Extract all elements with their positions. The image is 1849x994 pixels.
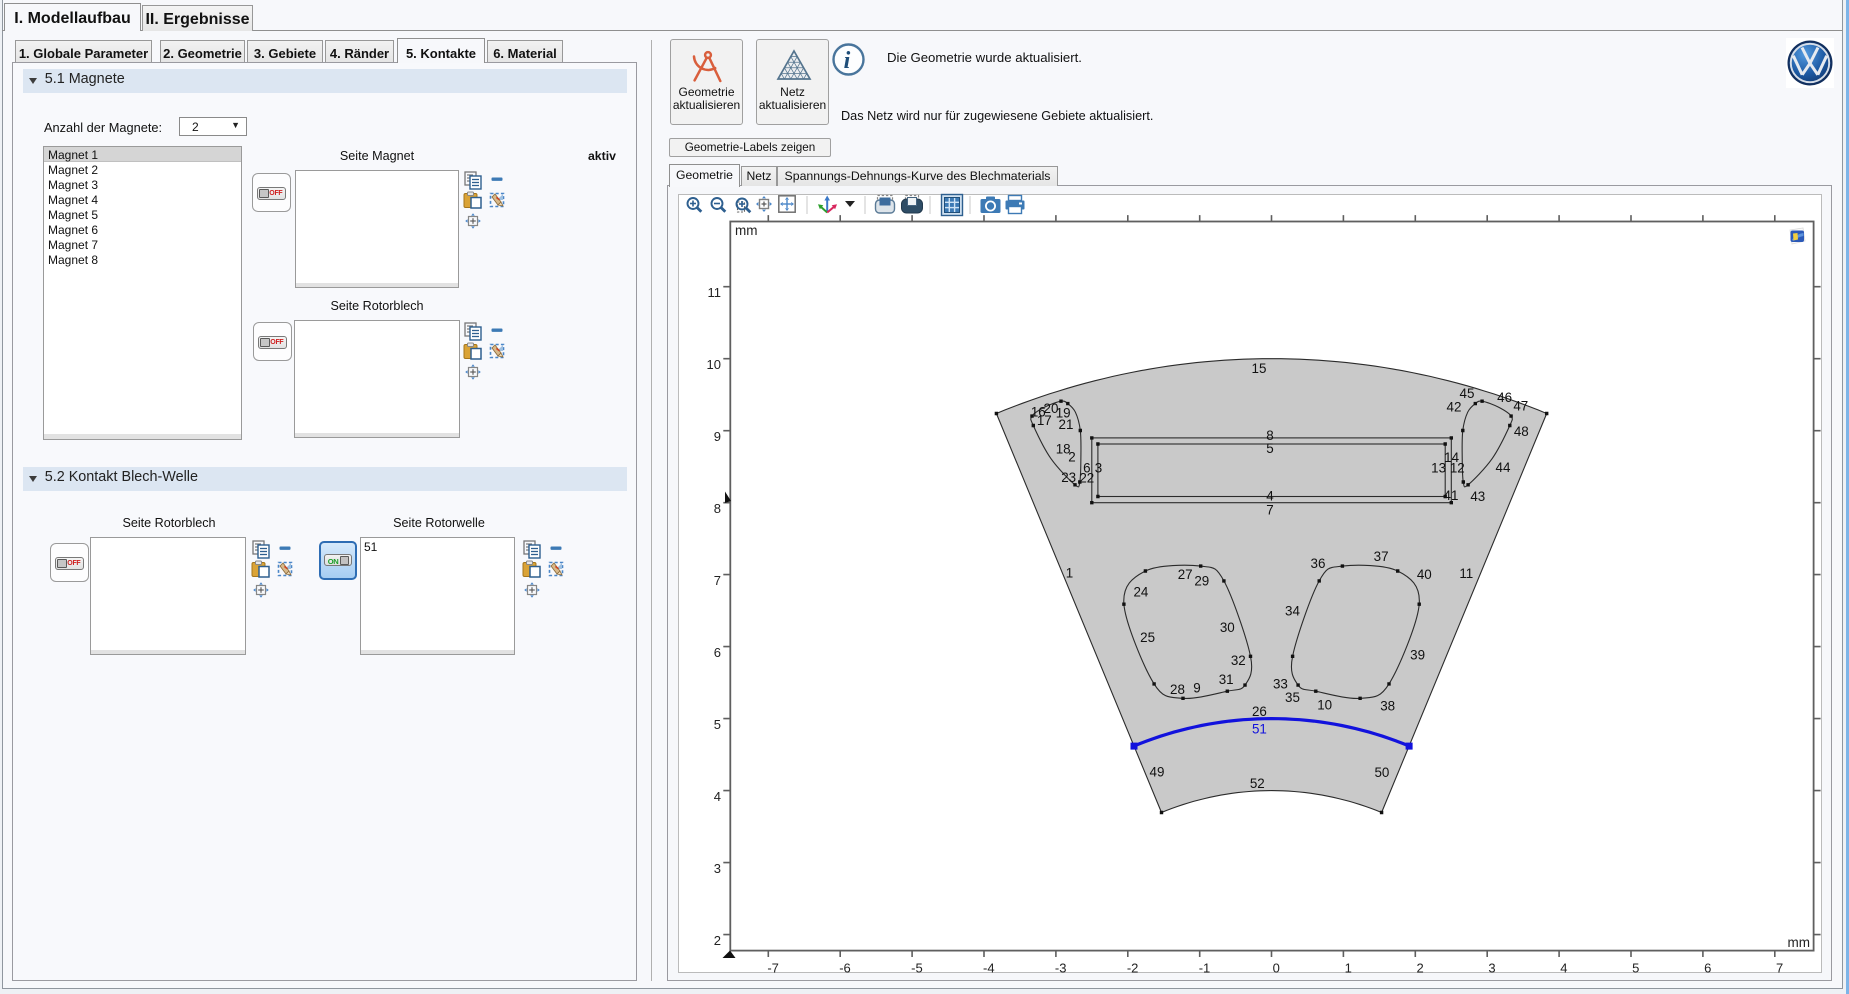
svg-text:37: 37 xyxy=(1374,549,1389,564)
svg-text:13: 13 xyxy=(1431,461,1446,476)
svg-text:mm: mm xyxy=(1788,935,1811,950)
svg-text:6: 6 xyxy=(714,645,721,660)
svg-text:10: 10 xyxy=(707,357,721,372)
svg-text:0: 0 xyxy=(1273,961,1280,976)
svg-text:35: 35 xyxy=(1285,690,1300,705)
svg-text:2: 2 xyxy=(1416,961,1423,976)
svg-text:36: 36 xyxy=(1311,556,1326,571)
svg-text:40: 40 xyxy=(1417,567,1432,582)
svg-text:23: 23 xyxy=(1061,470,1076,485)
svg-text:41: 41 xyxy=(1444,488,1459,503)
svg-text:6: 6 xyxy=(1704,961,1711,976)
svg-text:5: 5 xyxy=(1266,441,1273,456)
svg-text:2: 2 xyxy=(714,933,721,948)
svg-text:28: 28 xyxy=(1170,682,1185,697)
svg-text:1: 1 xyxy=(1066,566,1073,581)
svg-text:17: 17 xyxy=(1037,413,1052,428)
svg-text:7: 7 xyxy=(1776,961,1783,976)
svg-text:43: 43 xyxy=(1470,489,1485,504)
svg-text:25: 25 xyxy=(1140,630,1155,645)
svg-text:31: 31 xyxy=(1219,672,1234,687)
svg-text:50: 50 xyxy=(1374,765,1389,780)
svg-text:7: 7 xyxy=(714,573,721,588)
svg-text:-7: -7 xyxy=(767,961,779,976)
svg-text:3: 3 xyxy=(1095,461,1102,476)
svg-text:21: 21 xyxy=(1059,417,1074,432)
svg-text:3: 3 xyxy=(714,861,721,876)
svg-text:-5: -5 xyxy=(911,961,923,976)
svg-text:5: 5 xyxy=(714,717,721,732)
svg-text:30: 30 xyxy=(1220,620,1235,635)
svg-text:42: 42 xyxy=(1447,399,1462,414)
svg-text:29: 29 xyxy=(1194,574,1209,589)
svg-text:9: 9 xyxy=(1193,681,1200,696)
svg-text:5: 5 xyxy=(1632,961,1639,976)
svg-text:45: 45 xyxy=(1460,386,1475,401)
svg-text:-1: -1 xyxy=(1199,961,1211,976)
svg-text:3: 3 xyxy=(1488,961,1495,976)
svg-text:4: 4 xyxy=(1560,961,1567,976)
svg-text:49: 49 xyxy=(1150,764,1165,779)
svg-text:-3: -3 xyxy=(1055,961,1067,976)
svg-text:34: 34 xyxy=(1285,603,1300,618)
svg-text:-6: -6 xyxy=(839,961,851,976)
svg-text:52: 52 xyxy=(1250,776,1265,791)
svg-text:32: 32 xyxy=(1231,653,1246,668)
svg-text:38: 38 xyxy=(1380,699,1395,714)
svg-text:-4: -4 xyxy=(983,961,995,976)
svg-text:46: 46 xyxy=(1497,390,1512,405)
svg-text:12: 12 xyxy=(1450,461,1465,476)
svg-text:9: 9 xyxy=(714,429,721,444)
svg-text:26: 26 xyxy=(1252,704,1267,719)
svg-text:10: 10 xyxy=(1317,698,1332,713)
svg-text:4: 4 xyxy=(1266,488,1274,503)
svg-text:48: 48 xyxy=(1514,424,1529,439)
svg-text:22: 22 xyxy=(1079,471,1094,486)
svg-text:15: 15 xyxy=(1252,361,1267,376)
svg-text:24: 24 xyxy=(1133,585,1148,600)
svg-text:44: 44 xyxy=(1496,460,1511,475)
svg-text:11: 11 xyxy=(1459,566,1473,581)
svg-text:8: 8 xyxy=(714,501,721,516)
svg-text:47: 47 xyxy=(1513,399,1528,414)
svg-text:27: 27 xyxy=(1178,567,1193,582)
svg-text:1: 1 xyxy=(1345,961,1352,976)
svg-text:-2: -2 xyxy=(1127,961,1139,976)
svg-text:11: 11 xyxy=(708,285,722,300)
svg-text:51: 51 xyxy=(1252,721,1267,736)
svg-text:7: 7 xyxy=(1266,502,1273,517)
svg-text:2: 2 xyxy=(1068,450,1075,465)
svg-text:4: 4 xyxy=(714,789,721,804)
svg-text:39: 39 xyxy=(1410,648,1425,663)
svg-text:mm: mm xyxy=(735,223,758,238)
